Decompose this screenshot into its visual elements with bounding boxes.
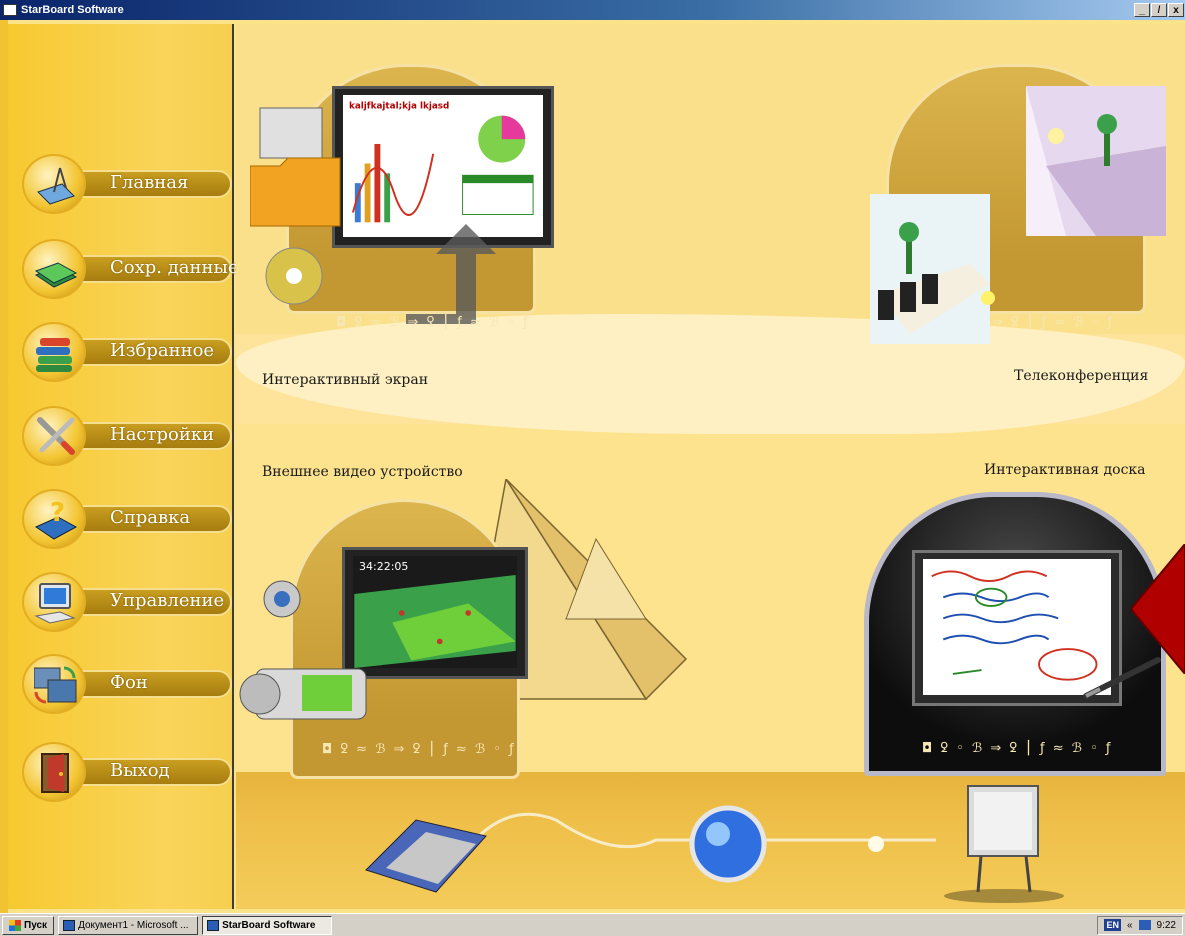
app-icon [3,4,17,16]
window-frame [0,20,8,913]
taskbar: Пуск Документ1 - Microsoft ... StarBoard… [0,913,1185,936]
sidebar-item-label: Настройки [110,424,215,445]
tile-label-interactive-screen[interactable]: Интерактивный экран [262,372,428,388]
home-icon [37,167,75,205]
menu-pill [68,670,232,698]
settings-tools-icon [37,417,75,455]
arrow-up-icon [406,224,496,324]
sidebar-item-favorites[interactable]: Избранное [18,322,232,382]
sidebar-item-help[interactable]: ? Справка [18,489,232,549]
sidebar-item-label: Избранное [110,340,215,361]
glyph-strip: ◘ ꝿ ≈ ℬ ⇒ ꝿ ⎮ ƒ ≈ ℬ ◦ ƒ [322,742,516,757]
favorites-books-icon [36,338,72,372]
background-icon [34,666,77,704]
sidebar-item-settings[interactable]: Настройки [18,406,232,466]
sidebar-item-label: Управление [110,590,225,611]
sidebar-item-background[interactable]: Фон [18,654,232,714]
glyph-strip: ◘ ꝿ ≈ ℬ ⇒ ꝿ ⎮ ƒ ≈ ℬ ◦ ƒ [336,315,530,330]
sidebar-item-label: Фон [110,672,148,693]
window-title: StarBoard Software [21,4,124,16]
taskbar-item-label: Документ1 - Microsoft ... [78,919,189,931]
conference-room-image [1026,86,1166,236]
tile-label-interactive-board[interactable]: Интерактивная доска [984,462,1146,478]
language-indicator[interactable]: EN [1104,919,1121,931]
title-bar[interactable]: StarBoard Software _ ̸ x [0,0,1185,20]
start-label: Пуск [24,919,48,931]
windows-logo-icon [9,919,21,931]
starboard-app-icon [207,919,220,931]
glyph-strip: ⇒ ꝿ ⎮ ƒ ≈ ℬ ◦ ƒ [992,315,1115,330]
tile-label-teleconference[interactable]: Телеконференция [1014,368,1148,384]
connection-diagram-image [365,785,1064,903]
meeting-room-image [870,194,995,344]
main-content: kaljfkajtal;kja lkjasd ◘ ꝿ ≈ ℬ ⇒ ꝿ ⎮ ƒ ≈… [236,24,1185,909]
tile-external-video[interactable]: 34:22:05 ◘ ꝿ ≈ ℬ ⇒ ꝿ ⎮ ƒ ≈ ℬ ◦ ƒ [236,479,716,784]
taskbar-item-word[interactable]: Документ1 - Microsoft ... [58,915,199,935]
tile-label-external-video[interactable]: Внешнее видео устройство [262,464,463,480]
help-book-icon: ? [34,498,78,540]
tile-interactive-screen[interactable]: kaljfkajtal;kja lkjasd ◘ ꝿ ≈ ℬ ⇒ ꝿ ⎮ ƒ ≈… [246,64,556,334]
minimize-button[interactable]: _ [1134,3,1150,17]
sidebar-item-exit[interactable]: Выход [18,742,232,802]
tile-teleconference[interactable]: ⇒ ꝿ ⎮ ƒ ≈ ℬ ◦ ƒ [866,64,1176,344]
exit-door-icon [41,753,69,793]
sidebar-item-label: Выход [110,760,170,781]
monitor-icon [34,583,76,624]
folder-disc-icon [250,107,341,305]
app-window: Главная Сохр. данные Избранное Настройки… [0,20,1185,913]
tray-expand-button[interactable]: « [1127,920,1133,931]
saved-data-icon [34,262,78,288]
clock[interactable]: 9:22 [1157,920,1176,931]
glyph-strip: ◘ ꝿ ◦ ℬ ⇒ ꝿ ⎮ ƒ ≈ ℬ ◦ ƒ [922,741,1113,756]
sidebar: Главная Сохр. данные Избранное Настройки… [8,24,239,909]
sidebar-item-saved-data[interactable]: Сохр. данные [18,239,239,299]
network-icon[interactable] [1138,920,1151,930]
screen-caption: kaljfkajtal;kja lkjasd [349,102,449,112]
taskbar-item-starboard[interactable]: StarBoard Software [202,915,333,935]
sidebar-item-home[interactable]: Главная [18,154,232,214]
sidebar-item-label: Сохр. данные [110,257,239,278]
next-arrow-icon[interactable] [1131,544,1185,674]
taskbar-item-label: StarBoard Software [222,919,316,931]
word-doc-icon [63,919,76,931]
start-button[interactable]: Пуск [2,915,55,935]
svg-text:?: ? [50,498,65,528]
camera-icon [239,580,367,720]
sidebar-item-control[interactable]: Управление [18,572,232,632]
close-button[interactable]: x [1168,3,1184,17]
video-timecode: 34:22:05 [359,560,409,573]
sidebar-item-label: Справка [110,507,191,528]
system-tray: EN « 9:22 [1097,915,1183,935]
sidebar-item-label: Главная [110,172,189,193]
restore-button[interactable]: ̸ [1151,3,1167,17]
